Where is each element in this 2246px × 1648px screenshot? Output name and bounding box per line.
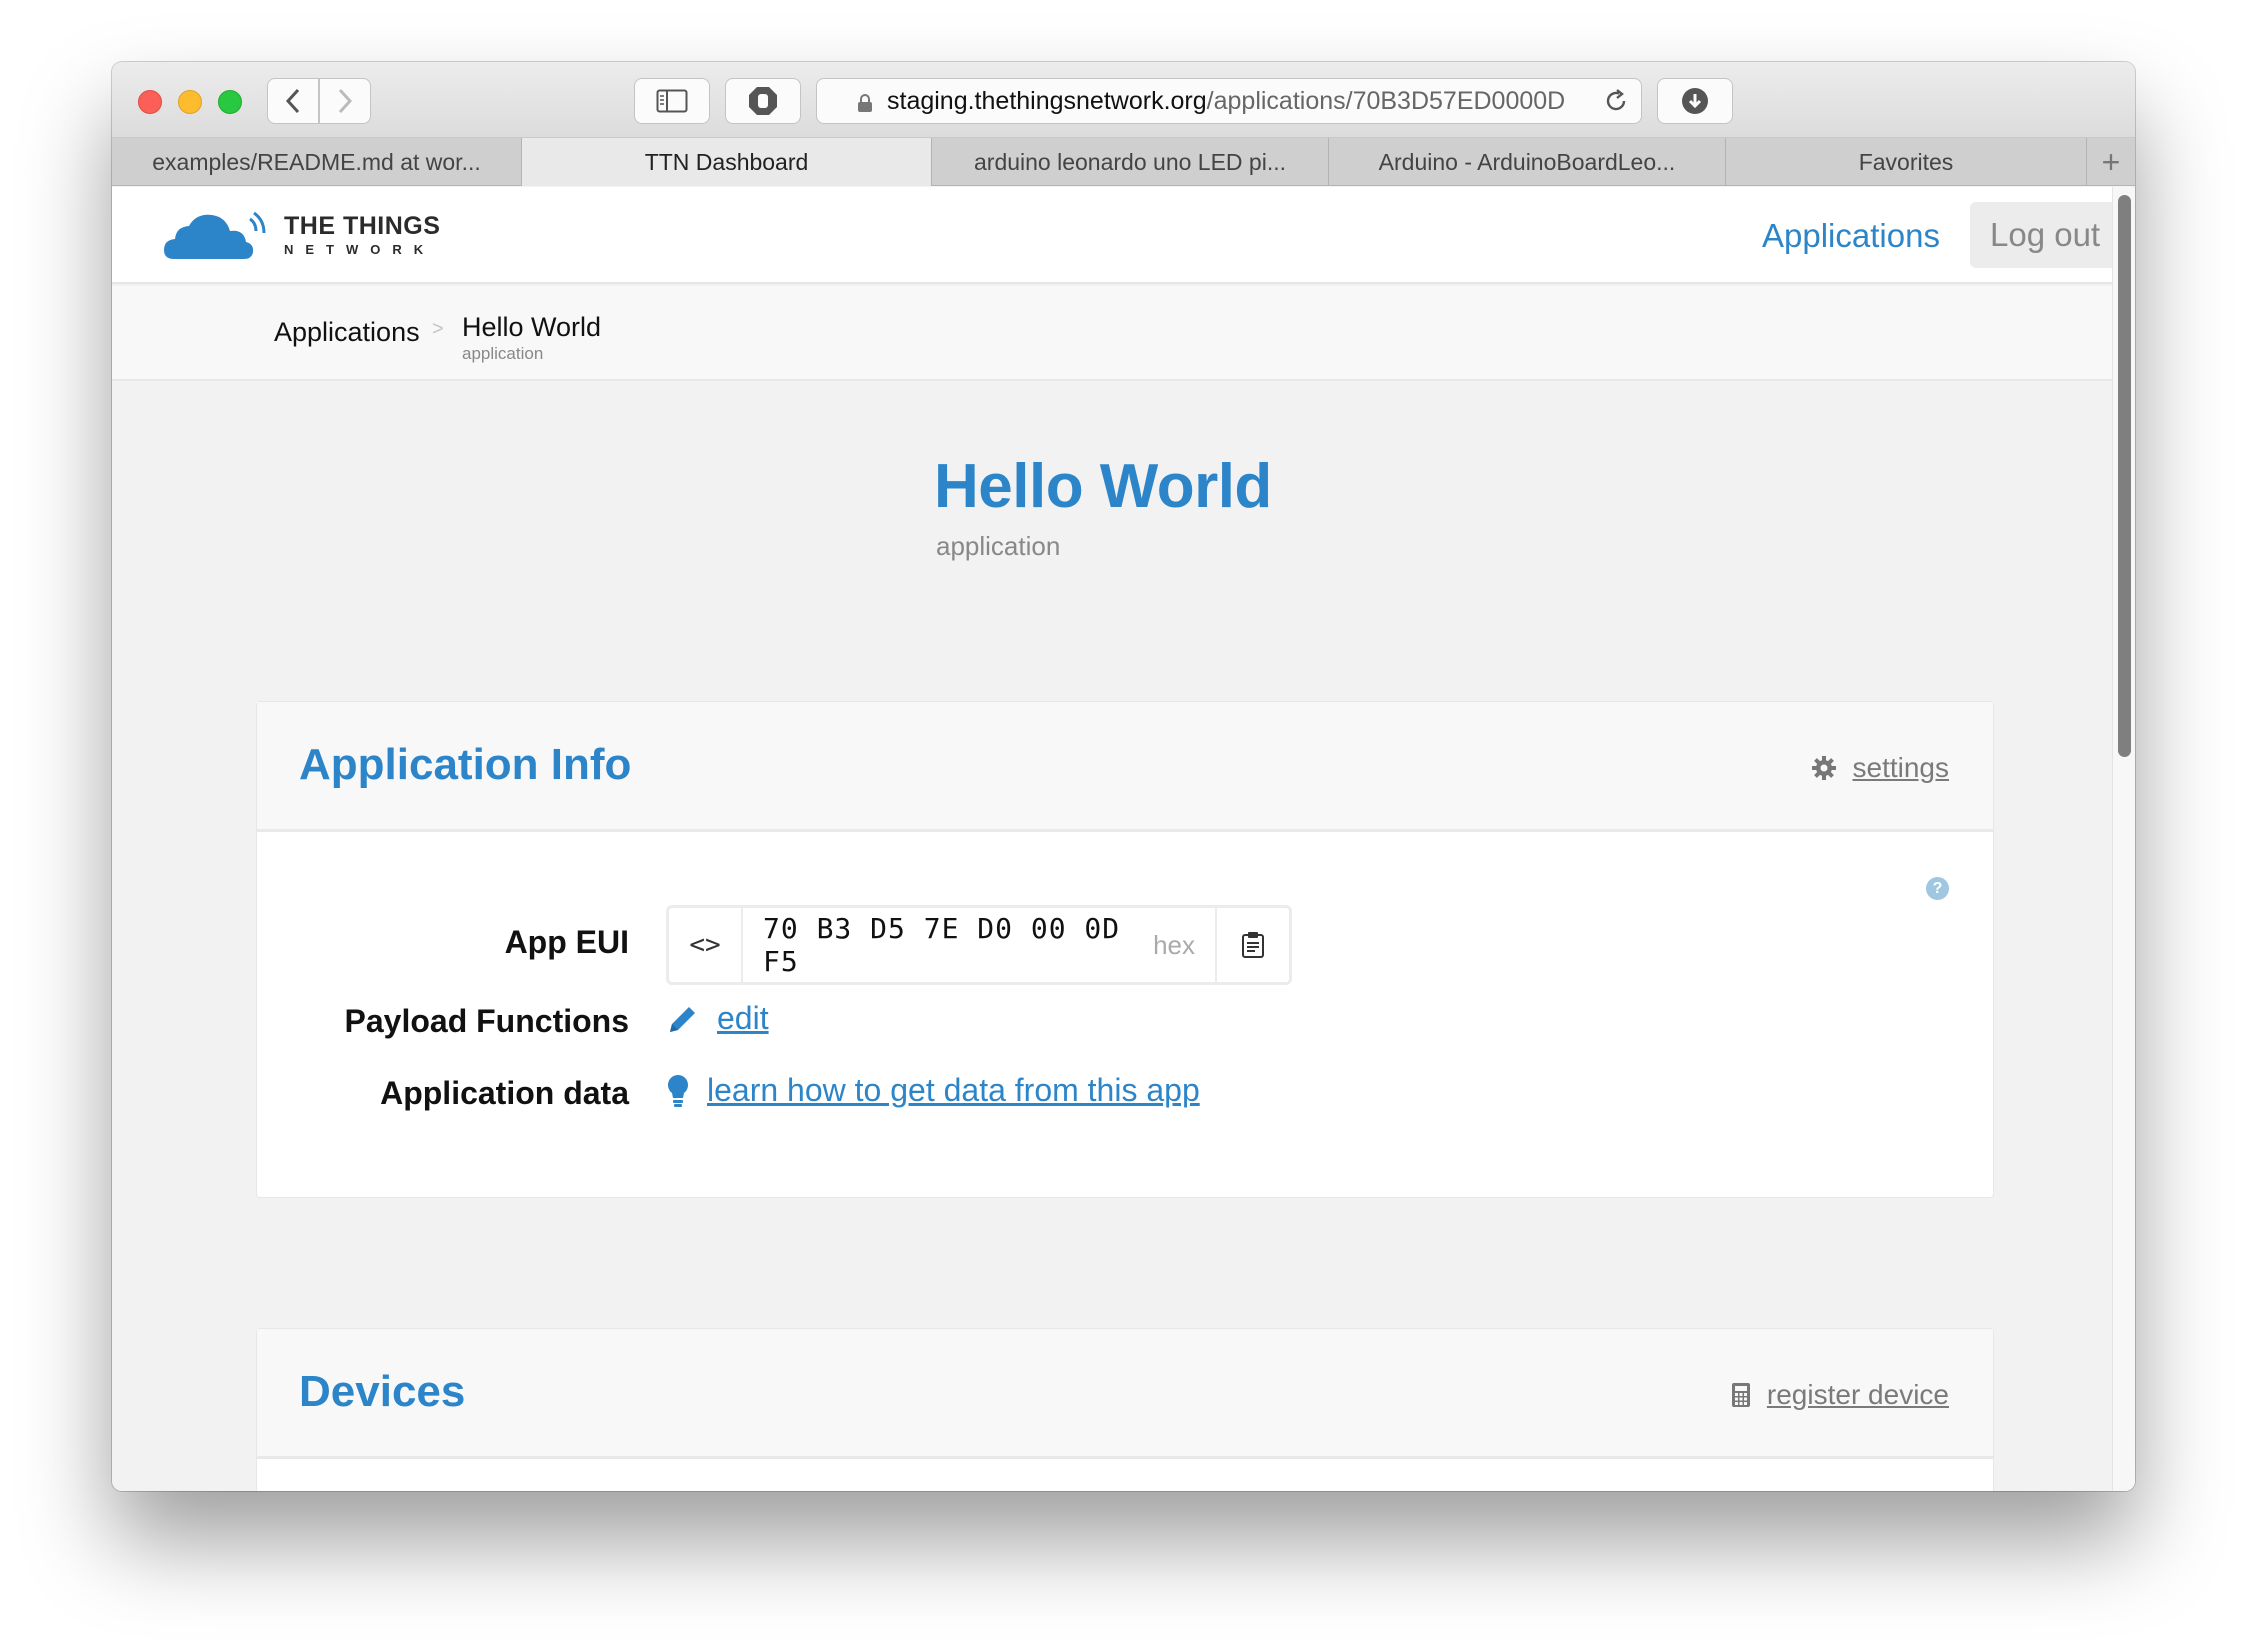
content-blocker-button[interactable] [725, 78, 801, 124]
copy-button[interactable] [1215, 908, 1289, 982]
new-tab-button[interactable]: + [2087, 138, 2135, 186]
ttn-logo[interactable]: THE THINGS NETWORK [164, 209, 440, 261]
scrollbar-thumb[interactable] [2118, 195, 2131, 757]
minimize-window-button[interactable] [178, 90, 202, 114]
page-title: Hello World [934, 452, 1272, 521]
sidebar-toggle-button[interactable] [634, 78, 710, 124]
breadcrumb-current: Hello World [462, 312, 602, 342]
register-device-label: register device [1766, 1379, 1949, 1410]
lock-icon [858, 94, 872, 112]
logout-button[interactable]: Log out [1970, 202, 2112, 268]
settings-label: settings [1852, 752, 1950, 783]
tab-arduino-board[interactable]: Arduino - ArduinoBoardLeo... [1329, 138, 1726, 186]
application-info-header: Application Info settings [257, 702, 1993, 832]
logo-text: THE THINGS NETWORK [284, 212, 441, 257]
cloud-logo-icon [164, 211, 266, 259]
url-text: staging.thethingsnetwork.org/application… [887, 87, 1565, 116]
app-eui-label: App EUI [504, 924, 629, 960]
nav-applications-link[interactable]: Applications [1762, 217, 1940, 255]
tab-label: Favorites [1858, 148, 1954, 175]
logo-line1: THE THINGS [284, 212, 441, 240]
help-icon[interactable]: ? [1926, 877, 1949, 900]
tab-label: Arduino - ArduinoBoardLeo... [1378, 148, 1676, 175]
downloads-button[interactable] [1657, 78, 1733, 124]
breadcrumb-current-sub: application [462, 344, 544, 363]
tab-favorites[interactable]: Favorites [1726, 138, 2087, 186]
browser-window: staging.thethingsnetwork.org/application… [112, 62, 2135, 1491]
url-host: staging.thethingsnetwork.org [887, 86, 1207, 115]
clipboard-icon [1242, 932, 1264, 958]
breadcrumb: Applications > Hello World application [112, 286, 2112, 381]
tab-label: arduino leonardo uno LED pi... [974, 148, 1286, 175]
application-data-link-text: learn how to get data from this app [707, 1072, 1200, 1108]
register-device-link[interactable]: register device [1731, 1379, 1949, 1411]
logo-line2: NETWORK [284, 242, 436, 257]
tab-arduino-leonardo[interactable]: arduino leonardo uno LED pi... [932, 138, 1329, 186]
reload-icon[interactable] [1603, 88, 1629, 114]
application-data-label: Application data [380, 1075, 629, 1111]
zoom-window-button[interactable] [218, 90, 242, 114]
tab-bar: examples/README.md at wor... TTN Dashboa… [112, 138, 2135, 186]
url-path: /applications/70B3D57ED0000D [1206, 86, 1566, 115]
tab-readme[interactable]: examples/README.md at wor... [112, 138, 522, 186]
tab-label: examples/README.md at wor... [152, 148, 481, 175]
site-header: THE THINGS NETWORK Applications Log out [112, 187, 2112, 284]
gear-icon [1811, 756, 1836, 780]
address-bar[interactable]: staging.thethingsnetwork.org/application… [816, 78, 1642, 124]
page-scrollbar[interactable] [2112, 187, 2135, 1491]
chevron-right-icon [338, 88, 353, 114]
forward-button[interactable] [319, 78, 371, 124]
calculator-icon [1731, 1383, 1750, 1407]
plus-icon: + [2101, 143, 2121, 180]
pencil-icon [670, 1006, 695, 1032]
payload-functions-label: Payload Functions [344, 1003, 629, 1039]
application-info-title: Application Info [299, 740, 632, 789]
tab-ttn-dashboard[interactable]: TTN Dashboard [522, 138, 932, 186]
devices-card: Devices register device ? [256, 1328, 1994, 1491]
close-window-button[interactable] [138, 90, 162, 114]
devices-title: Devices [299, 1367, 466, 1416]
lightbulb-icon [668, 1074, 688, 1107]
sidebar-icon [656, 89, 688, 113]
edit-link-text: edit [717, 1000, 769, 1036]
code-toggle-icon[interactable]: <> [669, 908, 743, 982]
settings-link[interactable]: settings [1811, 752, 1950, 784]
devices-header: Devices register device [257, 1329, 1993, 1459]
application-data-link[interactable]: learn how to get data from this app [667, 1072, 1200, 1109]
breadcrumb-separator: > [432, 318, 444, 340]
download-icon [1682, 88, 1708, 114]
application-info-card: Application Info settings ? App EUI <> 7… [256, 701, 1994, 1198]
browser-toolbar: staging.thethingsnetwork.org/application… [112, 62, 2135, 138]
app-eui-value: 70 B3 D5 7E D0 00 0D F5 [763, 912, 1121, 978]
page-content: THE THINGS NETWORK Applications Log out … [112, 187, 2135, 1491]
breadcrumb-applications[interactable]: Applications [274, 317, 420, 348]
tab-label: TTN Dashboard [644, 148, 809, 175]
page-subtitle: application [936, 531, 1061, 561]
eui-format-label: hex [1153, 929, 1195, 960]
back-button[interactable] [267, 78, 319, 124]
app-eui-field: <> 70 B3 D5 7E D0 00 0D F5 hex [666, 905, 1292, 985]
hand-stop-icon [749, 87, 777, 115]
payload-edit-link[interactable]: edit [667, 1000, 769, 1037]
chevron-left-icon [285, 88, 300, 114]
